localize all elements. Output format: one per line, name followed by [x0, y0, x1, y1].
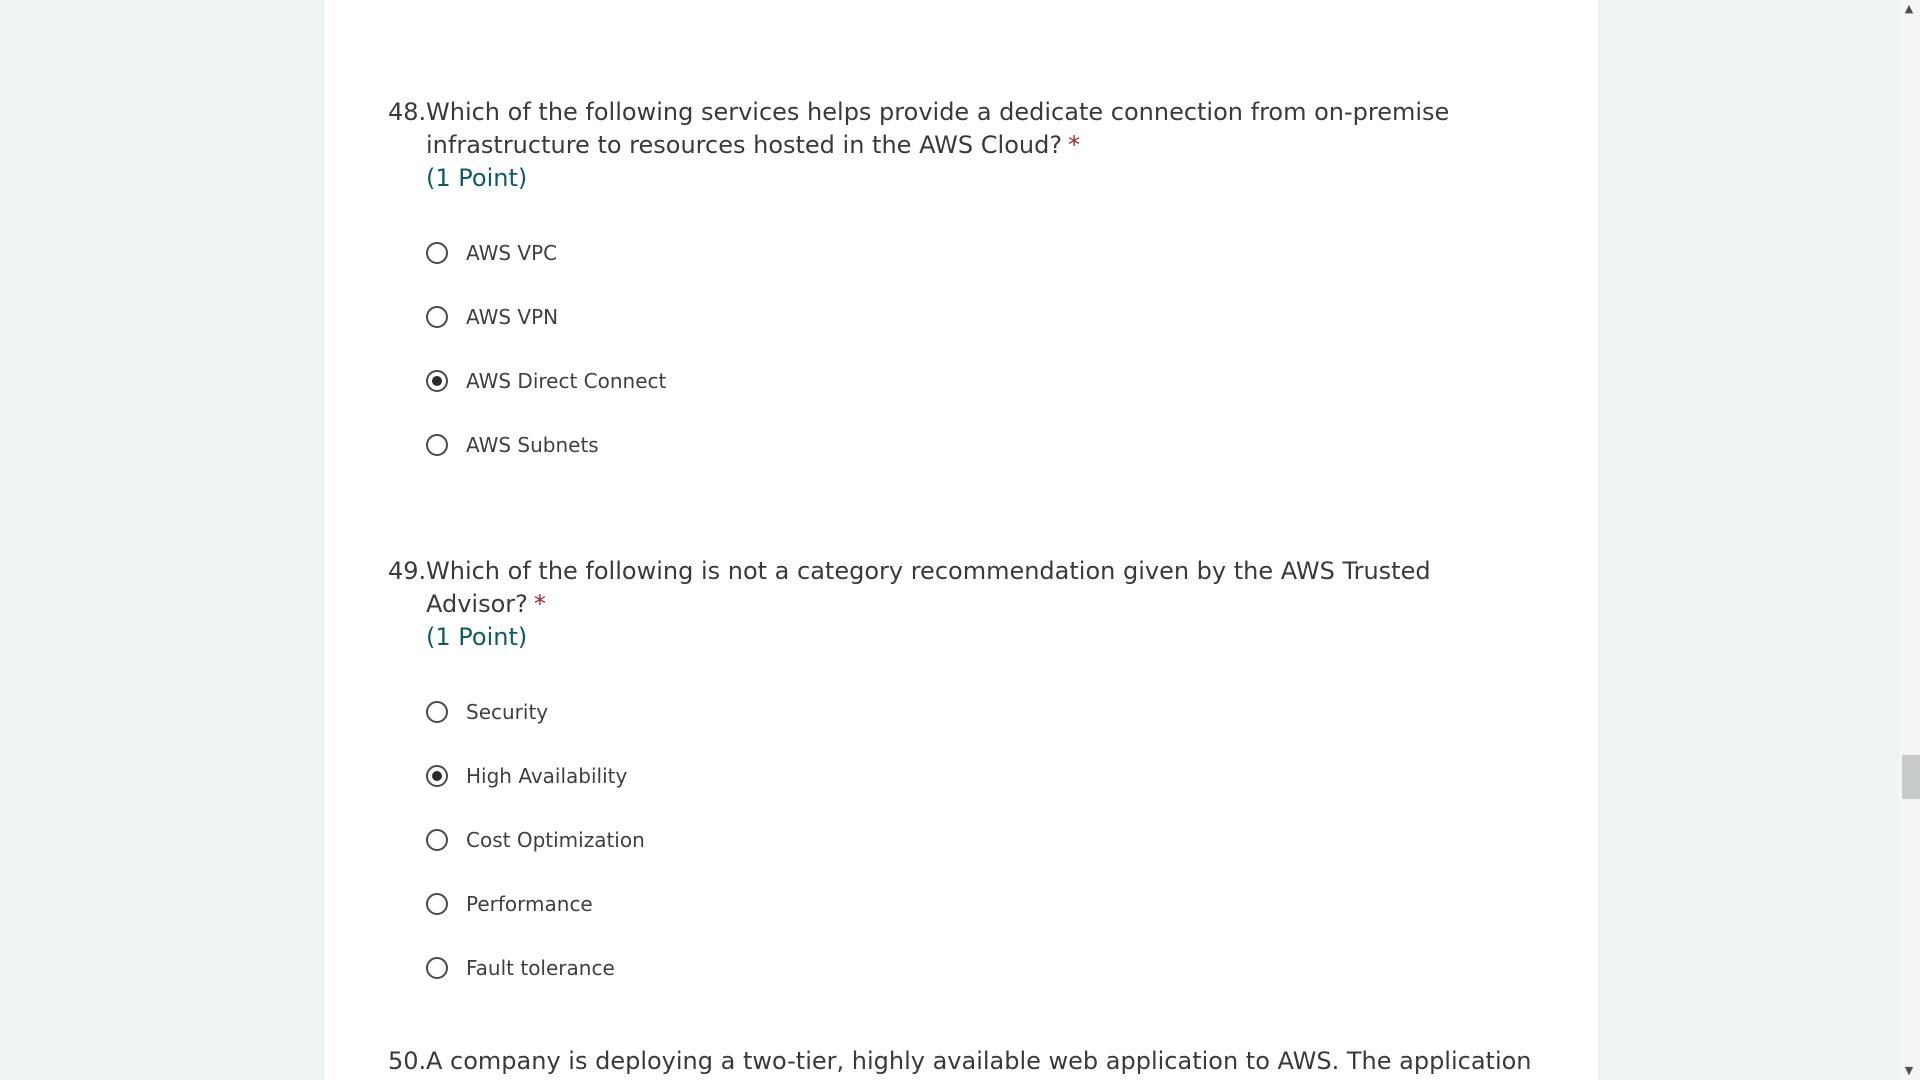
option-label: Cost Optimization: [466, 828, 645, 852]
question-text-block: A company is deploying a two-tier, highl…: [426, 1045, 1538, 1078]
question-text: Which of the following is not a category…: [426, 557, 1431, 618]
radio-button[interactable]: [426, 893, 448, 915]
option-security[interactable]: Security: [426, 680, 1538, 744]
option-group: AWS VPC AWS VPN AWS Direct Connect AWS S…: [388, 221, 1538, 477]
radio-button-selected[interactable]: [426, 765, 448, 787]
radio-button[interactable]: [426, 242, 448, 264]
question-48: 48. Which of the following services help…: [388, 96, 1538, 477]
question-header: 49. Which of the following is not a cate…: [388, 555, 1538, 621]
question-50: 50. A company is deploying a two-tier, h…: [388, 1045, 1538, 1078]
question-number: 50.: [388, 1047, 427, 1075]
radio-button[interactable]: [426, 829, 448, 851]
question-text-line: Which of the following services helps pr…: [426, 98, 1450, 126]
question-header: 50. A company is deploying a two-tier, h…: [388, 1045, 1538, 1078]
scrollbar-thumb[interactable]: [1902, 755, 1920, 799]
question-number: 49.: [388, 557, 427, 585]
option-label: Performance: [466, 892, 593, 916]
vertical-scrollbar[interactable]: ▲ ▼: [1898, 0, 1920, 1080]
option-label: AWS Subnets: [466, 433, 599, 457]
question-header: 48. Which of the following services help…: [388, 96, 1538, 162]
question-text-line: infrastructure to resources hosted in th…: [426, 129, 1538, 162]
radio-button[interactable]: [426, 957, 448, 979]
option-cost-optimization[interactable]: Cost Optimization: [426, 808, 1538, 872]
question-text: A company is deploying a two-tier, highl…: [426, 1047, 1532, 1075]
question-number: 48.: [388, 98, 427, 126]
question-49: 49. Which of the following is not a cate…: [388, 555, 1538, 1000]
form-card: 48. Which of the following services help…: [324, 0, 1598, 1080]
option-aws-vpn[interactable]: AWS VPN: [426, 285, 1538, 349]
chevron-down-icon[interactable]: ▼: [1898, 1062, 1920, 1080]
option-aws-subnets[interactable]: AWS Subnets: [426, 413, 1538, 477]
radio-button[interactable]: [426, 434, 448, 456]
radio-button[interactable]: [426, 306, 448, 328]
form-viewport: 48. Which of the following services help…: [0, 0, 1920, 1080]
option-label: AWS Direct Connect: [466, 369, 667, 393]
option-high-availability[interactable]: High Availability: [426, 744, 1538, 808]
question-text-block: Which of the following services helps pr…: [426, 96, 1538, 162]
option-label: AWS VPC: [466, 241, 558, 265]
question-text-block: Which of the following is not a category…: [426, 555, 1538, 621]
option-performance[interactable]: Performance: [426, 872, 1538, 936]
option-aws-direct-connect[interactable]: AWS Direct Connect: [426, 349, 1538, 413]
option-aws-vpc[interactable]: AWS VPC: [426, 221, 1538, 285]
option-label: Security: [466, 700, 549, 724]
question-text: infrastructure to resources hosted in th…: [426, 131, 1063, 159]
required-marker: *: [533, 590, 546, 618]
option-label: AWS VPN: [466, 305, 559, 329]
option-label: Fault tolerance: [466, 956, 615, 980]
radio-button[interactable]: [426, 701, 448, 723]
option-fault-tolerance[interactable]: Fault tolerance: [426, 936, 1538, 1000]
question-points: (1 Point): [426, 164, 528, 192]
required-marker: *: [1068, 131, 1081, 159]
option-label: High Availability: [466, 764, 628, 788]
question-points: (1 Point): [426, 623, 528, 651]
option-group: Security High Availability Cost Optimiza…: [388, 680, 1538, 1000]
radio-button-selected[interactable]: [426, 370, 448, 392]
chevron-up-icon[interactable]: ▲: [1898, 0, 1920, 18]
